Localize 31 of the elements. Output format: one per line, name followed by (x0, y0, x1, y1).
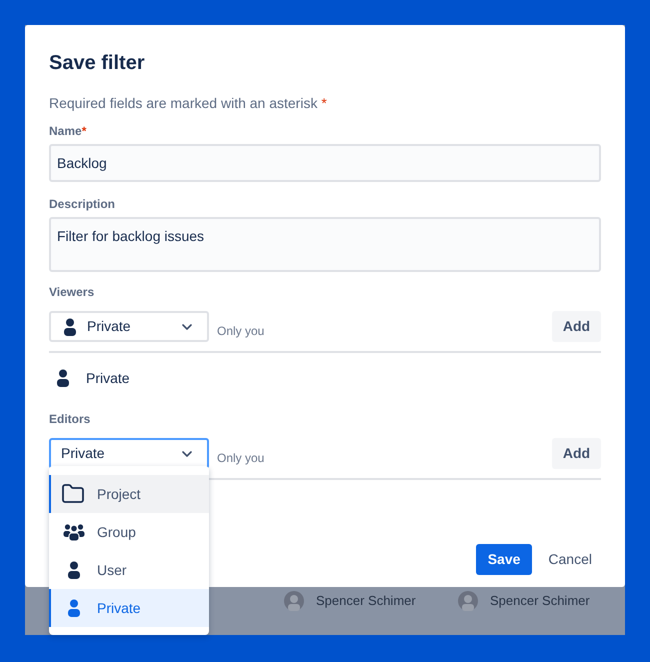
menu-item[interactable]: Project (49, 475, 209, 513)
add-button[interactable]: Add (552, 438, 601, 469)
dialog-title: Save filter (49, 51, 146, 75)
field-label: Viewers (49, 285, 96, 299)
add-button[interactable]: Add (552, 311, 601, 342)
person-icon (63, 318, 77, 336)
entry-label: Private (86, 368, 130, 388)
required-note: Required fields are marked with an asterisk * (49, 94, 328, 113)
select-field[interactable]: Private (49, 438, 209, 469)
hint-text: Only you (217, 323, 264, 340)
hint-text: Only you (217, 450, 264, 467)
person-icon (67, 599, 81, 617)
person-icon (56, 369, 70, 387)
name-input[interactable]: Backlog (49, 144, 601, 182)
person-name: Spencer Schimer (490, 592, 590, 610)
field-label: Editors (49, 412, 92, 426)
person-icon (67, 561, 81, 579)
field-label: Description (49, 196, 116, 213)
field-label: Name* (49, 123, 88, 140)
cancel-button[interactable]: Cancel (539, 544, 601, 575)
avatar (284, 591, 304, 611)
avatar (458, 591, 478, 611)
menu-item[interactable]: Private (49, 589, 209, 627)
select-field[interactable]: Private (49, 311, 209, 342)
save-button[interactable]: Save (476, 544, 532, 575)
description-textarea[interactable]: Filter for backlog issues (49, 217, 601, 272)
group-icon (63, 523, 85, 541)
folder-icon (61, 482, 85, 506)
menu-item[interactable]: User (49, 551, 209, 589)
menu-item[interactable]: Group (49, 513, 209, 551)
person-name: Spencer Schimer (316, 592, 416, 610)
